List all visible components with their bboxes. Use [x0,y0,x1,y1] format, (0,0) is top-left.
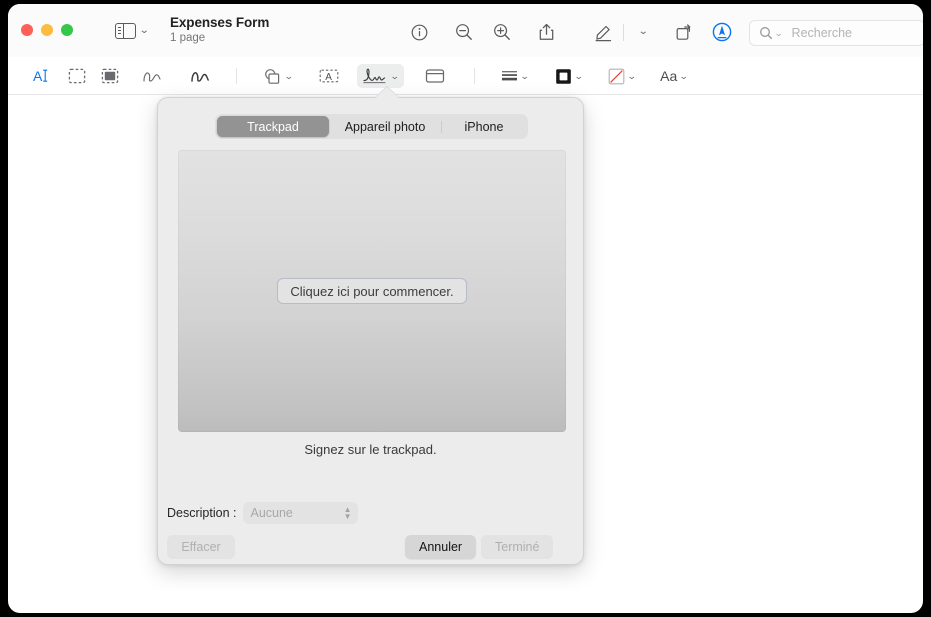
markup-tool-sketch[interactable] [139,64,165,88]
search-placeholder: Recherche [791,26,852,40]
clear-button[interactable]: Effacer [167,535,235,559]
markup-toolbar: A ⌄ A ⌄ ⌄ ⌄ ⌄ Aa ⌄ [8,57,923,95]
done-button[interactable]: Terminé [481,535,554,559]
titlebar: ⌄ Expenses Form 1 page ⌄ ⌄ Recherche [8,4,923,57]
note-icon [425,69,445,83]
markup-tool-instant-alpha[interactable] [97,64,123,88]
markup-tool-fill-color[interactable]: ⌄ [602,64,642,88]
search-icon [760,27,773,40]
sidebar-toggle-button[interactable]: ⌄ [115,21,163,41]
markup-button[interactable] [591,21,617,43]
document-title-group: Expenses Form 1 page [170,15,269,44]
chevron-down-icon: ⌄ [679,70,689,81]
zoom-in-icon [494,24,510,40]
tab-camera[interactable]: Appareil photo [329,116,441,137]
markup-tool-draw[interactable] [187,64,213,88]
fill-color-icon [608,68,625,84]
chevron-up-down-icon: ▲ ▼ [343,505,352,521]
annotate-badge-icon [712,22,732,42]
chevron-down-icon: ⌄ [138,25,150,36]
chevron-down-icon: ⌄ [637,26,649,37]
cancel-button[interactable]: Annuler [405,535,477,559]
description-row: Description : Aucune ▲ ▼ [167,502,359,524]
signature-popover: Trackpad Appareil photo iPhone Cliquez i… [157,87,584,565]
description-select[interactable]: Aucune ▲ ▼ [243,502,359,524]
zoom-out-button[interactable] [451,21,477,43]
rotate-icon [676,24,690,40]
markup-tool-note[interactable] [420,64,450,88]
sketch-squiggle-icon [143,72,161,82]
share-button[interactable] [533,21,559,43]
text-style-label: Aa [660,68,678,84]
markup-tool-signature[interactable]: ⌄ [357,64,404,88]
zoom-in-button[interactable] [489,21,515,43]
border-color-icon [556,68,572,84]
zoom-out-icon [456,24,472,40]
text-box-icon: A [319,69,339,83]
minimize-button[interactable] [41,24,53,36]
signature-icon [363,68,386,84]
page-subtitle: 1 page [170,32,206,44]
zoom-button[interactable] [61,24,73,36]
chevron-down-icon: ⌄ [390,70,400,81]
info-button[interactable] [406,21,432,43]
toolbar-divider [236,68,237,84]
description-value: Aucune [250,506,293,520]
tab-iphone[interactable]: iPhone [442,116,526,137]
markup-tool-text-style[interactable]: Aa ⌄ [654,64,694,88]
traffic-lights [21,24,73,36]
sidebar-icon [115,22,136,40]
markup-tool-text-selection[interactable]: A [28,64,54,88]
tab-trackpad[interactable]: Trackpad [217,116,329,137]
markup-tool-shapes[interactable]: ⌄ [258,64,298,88]
filled-selection-icon [101,68,119,84]
svg-text:A: A [325,72,332,83]
popover-arrow [375,87,399,98]
line-weight-icon [502,71,518,81]
start-capture-button[interactable]: Cliquez ici pour commencer. [277,278,467,304]
rotate-button[interactable] [671,21,697,43]
toolbar-divider [623,24,624,41]
chevron-down-icon: ⌄ [574,70,584,81]
description-label: Description : [167,506,237,520]
markup-tool-border-color[interactable]: ⌄ [549,64,589,88]
share-icon [539,23,553,40]
markup-pen-icon [595,25,612,41]
preview-window: ⌄ Expenses Form 1 page ⌄ ⌄ Recherche A ⌄… [8,4,923,613]
markup-tool-shape-style[interactable]: ⌄ [495,64,535,88]
markup-options-button[interactable]: ⌄ [630,21,656,43]
signature-canvas[interactable]: Cliquez ici pour commencer. [178,150,566,432]
page-title: Expenses Form [170,15,270,30]
instruction-text: Signez sur le trackpad. [304,442,437,457]
info-icon [411,24,427,40]
chevron-down-icon: ⌄ [284,70,294,81]
close-button[interactable] [21,24,33,36]
dashed-rectangle-icon [68,68,86,84]
chevron-down-icon: ⌄ [774,27,784,38]
search-input[interactable]: ⌄ Recherche [749,20,923,46]
text-cursor-icon: A [33,68,47,84]
markup-tool-text[interactable]: A [314,64,344,88]
shapes-icon [265,68,280,84]
chevron-down-icon: ⌄ [520,70,530,81]
markup-tool-rect-selection[interactable] [64,64,90,88]
annotate-button[interactable] [709,21,735,43]
signature-source-tabs: Trackpad Appareil photo iPhone [215,114,528,139]
draw-squiggle-icon [191,72,209,82]
svg-text:A: A [33,68,43,84]
chevron-down-icon: ⌄ [627,70,637,81]
toolbar-divider [474,68,475,84]
